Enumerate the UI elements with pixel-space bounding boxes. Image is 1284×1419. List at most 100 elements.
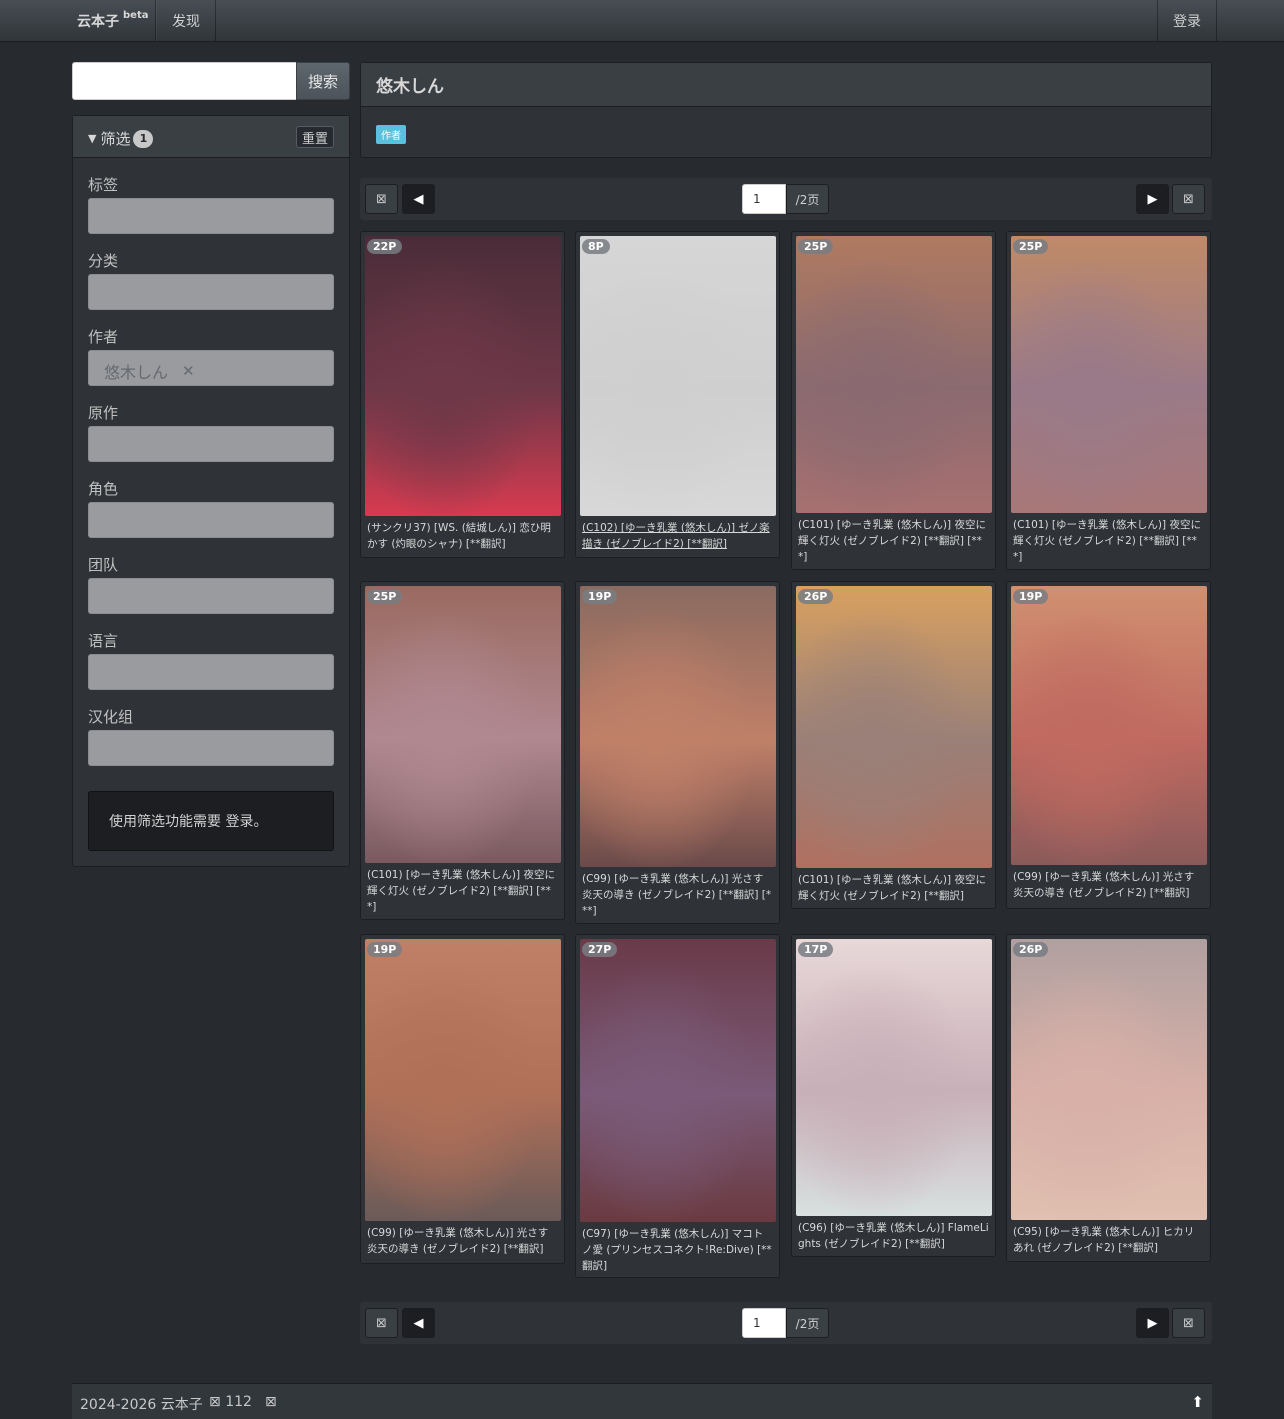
gallery-card[interactable]: 26P (C101) [ゆーき乳業 (悠木しん)] 夜空に輝く灯火 (ゼノブレイド… <box>791 581 996 909</box>
gallery-title[interactable]: (C101) [ゆーき乳業 (悠木しん)] 夜空に輝く灯火 (ゼノブレイド2) … <box>1013 517 1204 565</box>
filter-label-group: 团队 <box>88 556 119 574</box>
footer: 2024-2026 云本子 ⊠ 112 ⊠ ⬆ <box>72 1383 1212 1419</box>
gallery-title[interactable]: (C101) [ゆーき乳業 (悠木しん)] 夜空に輝く灯火 (ゼノブレイド2) … <box>798 872 989 904</box>
page-input[interactable]: 1 <box>742 1308 786 1338</box>
page-count-badge: 17P <box>798 942 834 957</box>
page-count-badge: 26P <box>1013 942 1049 957</box>
filter-label-language: 语言 <box>88 632 119 650</box>
filter-label-parody: 原作 <box>88 404 119 422</box>
first-page-icon[interactable]: ⊠ <box>365 184 398 214</box>
remove-chip-icon[interactable]: ✕ <box>182 362 195 380</box>
page-count-badge: 25P <box>367 589 403 604</box>
author-chip: 悠木しん ✕ <box>104 359 195 383</box>
prev-icon[interactable]: ◀ <box>402 1308 435 1338</box>
gallery-card[interactable]: 25P (C101) [ゆーき乳業 (悠木しん)] 夜空に輝く灯火 (ゼノブレイド… <box>360 581 565 920</box>
author-tag-label: 作者 <box>376 125 406 144</box>
gallery-title[interactable]: (C99) [ゆーき乳業 (悠木しん)] 光さす炎天の導き (ゼノブレイド2) … <box>367 1225 558 1257</box>
search-input[interactable] <box>72 62 297 100</box>
gallery-title[interactable]: (C97) [ゆーき乳業 (悠木しん)] マコトノ愛 (プリンセスコネクト!Re… <box>582 1226 773 1274</box>
filter-label-translator: 汉化组 <box>88 708 134 726</box>
cover-thumbnail[interactable] <box>1011 939 1207 1220</box>
page-count-badge: 22P <box>367 239 403 254</box>
cover-thumbnail[interactable] <box>365 939 561 1221</box>
gallery-card[interactable]: 22P (サンクリ37) [WS. (結城しん)] 恋ひ明かす (灼眼のシャナ) … <box>360 231 565 558</box>
cover-thumbnail[interactable] <box>1011 586 1207 865</box>
gallery-card[interactable]: 17P (C96) [ゆーき乳業 (悠木しん)] FlameLights (ゼノブ… <box>791 934 996 1257</box>
nav-login[interactable]: 登录 <box>1157 0 1217 41</box>
gallery-title[interactable]: (C101) [ゆーき乳業 (悠木しん)] 夜空に輝く灯火 (ゼノブレイド2) … <box>367 867 558 915</box>
author-field[interactable]: 悠木しん ✕ <box>88 350 334 386</box>
filter-count-badge: 1 <box>133 129 154 148</box>
filter-label-author: 作者 <box>88 328 119 346</box>
filter-label-category: 分类 <box>88 252 119 270</box>
last-page-icon[interactable]: ⊠ <box>1172 1308 1205 1338</box>
prev-icon[interactable]: ◀ <box>402 184 435 214</box>
gallery-card[interactable]: 27P (C97) [ゆーき乳業 (悠木しん)] マコトノ愛 (プリンセスコネクト… <box>575 934 780 1278</box>
parody-field[interactable] <box>88 426 334 462</box>
gallery-title[interactable]: (C99) [ゆーき乳業 (悠木しん)] 光さす炎天の導き (ゼノブレイド2) … <box>1013 869 1204 901</box>
character-field[interactable] <box>88 502 334 538</box>
next-icon[interactable]: ▶ <box>1136 1308 1169 1338</box>
gallery-card[interactable]: 25P (C101) [ゆーき乳業 (悠木しん)] 夜空に輝く灯火 (ゼノブレイド… <box>791 231 996 570</box>
author-panel: 悠木しん 作者 <box>360 62 1212 158</box>
cover-thumbnail[interactable] <box>796 586 992 868</box>
gallery-title[interactable]: (C102) [ゆーき乳業 (悠木しん)] ゼノ楽描き (ゼノブレイド2) [*… <box>582 520 773 552</box>
filter-toggle[interactable]: ▼ 筛选 1 <box>88 128 154 149</box>
misc-icon[interactable]: ⊠ <box>265 1394 277 1410</box>
brand-name: 云本子 <box>77 13 119 30</box>
triangle-down-icon: ▼ <box>88 132 97 145</box>
search-button[interactable]: 搜索 <box>296 62 350 100</box>
gallery-title[interactable]: (サンクリ37) [WS. (結城しん)] 恋ひ明かす (灼眼のシャナ) [**… <box>367 520 558 552</box>
cover-thumbnail[interactable] <box>365 236 561 516</box>
page-count-badge: 19P <box>1013 589 1049 604</box>
page-count-badge: 19P <box>367 942 403 957</box>
gallery-card[interactable]: 19P (C99) [ゆーき乳業 (悠木しん)] 光さす炎天の導き (ゼノブレイド… <box>360 934 565 1264</box>
brand-link[interactable]: 云本子 beta <box>66 0 156 41</box>
page-total: /2页 <box>786 1308 829 1338</box>
filter-label-tag: 标签 <box>88 176 119 194</box>
filter-panel: ▼ 筛选 1 重置 标签 分类 作者 悠木しん ✕ 原作 角色 团队 语言 汉化… <box>72 115 350 867</box>
author-chip-label: 悠木しん <box>104 363 169 382</box>
page-count-badge: 25P <box>798 239 834 254</box>
brand-beta: beta <box>123 10 149 21</box>
cover-thumbnail[interactable] <box>580 236 776 516</box>
next-icon[interactable]: ▶ <box>1136 184 1169 214</box>
nav-discover[interactable]: 发现 <box>156 0 216 41</box>
pager-top: ⊠ ◀ 1 /2页 ▶ ⊠ <box>360 178 1212 220</box>
cover-thumbnail[interactable] <box>580 586 776 867</box>
eye-icon: ⊠ <box>209 1394 221 1410</box>
gallery-title[interactable]: (C101) [ゆーき乳業 (悠木しん)] 夜空に輝く灯火 (ゼノブレイド2) … <box>798 517 989 565</box>
gallery-title[interactable]: (C96) [ゆーき乳業 (悠木しん)] FlameLights (ゼノブレイド… <box>798 1220 989 1252</box>
cover-thumbnail[interactable] <box>796 236 992 513</box>
gallery-title[interactable]: (C95) [ゆーき乳業 (悠木しん)] ヒカリあれ (ゼノブレイド2) [**… <box>1013 1224 1204 1256</box>
translator-field[interactable] <box>88 730 334 766</box>
cover-thumbnail[interactable] <box>796 939 992 1216</box>
gallery-card[interactable]: 8P (C102) [ゆーき乳業 (悠木しん)] ゼノ楽描き (ゼノブレイド2) … <box>575 231 780 558</box>
reset-button[interactable]: 重置 <box>296 126 334 148</box>
login-notice[interactable]: 使用筛选功能需要 登录。 <box>88 791 334 851</box>
gallery-card[interactable]: 19P (C99) [ゆーき乳業 (悠木しん)] 光さす炎天の導き (ゼノブレイド… <box>1006 581 1211 909</box>
first-page-icon[interactable]: ⊠ <box>365 1308 398 1338</box>
view-count: 112 <box>225 1394 252 1410</box>
last-page-icon[interactable]: ⊠ <box>1172 184 1205 214</box>
filter-title: 筛选 <box>100 130 131 148</box>
arrow-up-icon[interactable]: ⬆ <box>1191 1393 1204 1411</box>
cover-thumbnail[interactable] <box>580 939 776 1222</box>
language-field[interactable] <box>88 654 334 690</box>
gallery-card[interactable]: 26P (C95) [ゆーき乳業 (悠木しん)] ヒカリあれ (ゼノブレイド2) … <box>1006 934 1211 1262</box>
pager-bottom: ⊠ ◀ 1 /2页 ▶ ⊠ <box>360 1302 1212 1344</box>
page-count-badge: 19P <box>582 589 618 604</box>
cover-thumbnail[interactable] <box>365 586 561 863</box>
copyright: 2024-2026 云本子 <box>80 1397 203 1413</box>
filter-label-character: 角色 <box>88 480 119 498</box>
page-input[interactable]: 1 <box>742 184 786 214</box>
tag-field[interactable] <box>88 198 334 234</box>
author-name: 悠木しん <box>361 63 1211 107</box>
gallery-card[interactable]: 25P (C101) [ゆーき乳業 (悠木しん)] 夜空に輝く灯火 (ゼノブレイド… <box>1006 231 1211 570</box>
category-field[interactable] <box>88 274 334 310</box>
gallery-card[interactable]: 19P (C99) [ゆーき乳業 (悠木しん)] 光さす炎天の導き (ゼノブレイド… <box>575 581 780 924</box>
cover-thumbnail[interactable] <box>1011 236 1207 513</box>
group-field[interactable] <box>88 578 334 614</box>
navbar: 云本子 beta 发现 登录 <box>0 0 1284 42</box>
gallery-title[interactable]: (C99) [ゆーき乳業 (悠木しん)] 光さす炎天の導き (ゼノブレイド2) … <box>582 871 773 919</box>
